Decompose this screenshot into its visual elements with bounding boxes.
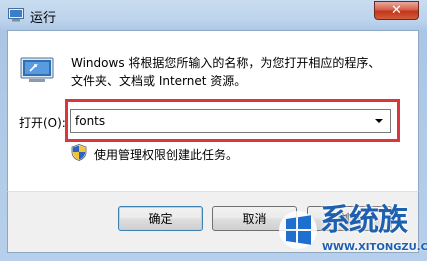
ok-button[interactable]: 确定 xyxy=(118,206,203,231)
title-bar[interactable]: 运行 ✕ xyxy=(0,0,427,30)
window-title: 运行 xyxy=(30,11,57,26)
run-dialog-window: 运行 ✕ Windows 将根据您所输入的名称，为您打开相应的程序、 文件夹、文… xyxy=(0,0,427,261)
description-line-2: 文件夹、文档或 Internet 资源。 xyxy=(71,74,247,88)
close-button[interactable]: ✕ xyxy=(374,1,419,20)
watermark-url: WWW.XITONGZU.COM xyxy=(322,242,427,253)
admin-note: 使用管理权限创建此任务。 xyxy=(94,148,239,162)
run-app-icon xyxy=(8,8,24,22)
close-icon: ✕ xyxy=(391,3,402,18)
description-line-1: Windows 将根据您所输入的名称，为您打开相应的程序、 xyxy=(71,56,381,70)
open-label: 打开(O): xyxy=(19,116,66,130)
windows-logo-icon xyxy=(279,211,317,249)
description-text: Windows 将根据您所输入的名称，为您打开相应的程序、 文件夹、文档或 In… xyxy=(71,54,380,90)
watermark-text: 系统族 xyxy=(320,203,408,238)
uac-shield-icon xyxy=(71,144,87,161)
highlight-box xyxy=(65,99,400,142)
watermark: 系统族 WWW.XITONGZU.COM xyxy=(276,202,427,261)
run-icon xyxy=(20,57,54,82)
